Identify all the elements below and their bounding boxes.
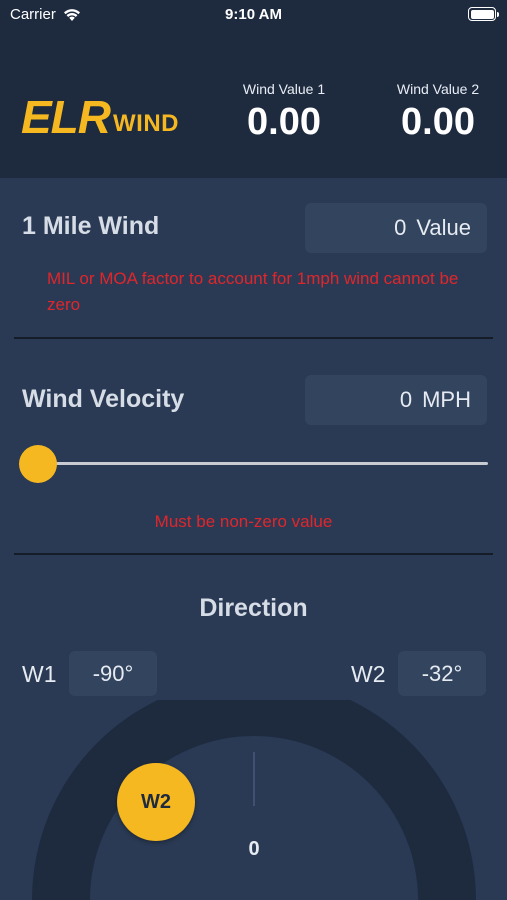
direction-dial[interactable] — [0, 700, 507, 900]
mile-wind-unit: Value — [416, 215, 471, 240]
mile-wind-error: MIL or MOA factor to account for 1mph wi… — [47, 269, 459, 314]
wind-velocity-slider-track[interactable] — [38, 462, 488, 465]
wind-value-2-label: Wind Value 2 — [396, 81, 480, 97]
w1-input[interactable]: -90° — [69, 651, 157, 696]
w2-input[interactable]: -32° — [398, 651, 486, 696]
wind-velocity-slider-thumb[interactable] — [19, 445, 57, 483]
dial-center-value: 0 — [248, 838, 260, 860]
app-logo: ELR WIND — [21, 90, 179, 140]
mile-wind-value: 0 — [394, 215, 407, 240]
w2-label: W2 — [351, 661, 386, 687]
logo-sub-text: WIND — [113, 110, 179, 137]
section-divider — [14, 553, 493, 555]
section-divider — [14, 337, 493, 339]
wind-value-1: Wind Value 1 0.00 — [232, 80, 336, 144]
direction-title: Direction — [199, 594, 308, 622]
w2-dial-knob[interactable]: W2 — [117, 763, 195, 841]
battery-level — [470, 9, 494, 19]
wind-value-2-number: 0.00 — [401, 101, 475, 143]
app-header: Carrier 9:10 AM ELR WIND Wind Value 1 0.… — [0, 0, 507, 178]
wind-value-1-label: Wind Value 1 — [242, 81, 326, 97]
wind-value-1-number: 0.00 — [247, 101, 321, 143]
wind-velocity-input[interactable]: 0 MPH — [305, 375, 487, 425]
w1-label: W1 — [22, 661, 57, 687]
wind-velocity-title: Wind Velocity — [22, 385, 185, 413]
wind-velocity-unit: MPH — [422, 387, 471, 412]
battery-icon — [468, 7, 499, 21]
wind-velocity-value: 0 — [399, 387, 413, 412]
status-time: 9:10 AM — [225, 6, 282, 23]
mile-wind-input[interactable]: 0 Value — [305, 203, 487, 253]
wind-velocity-error: Must be non-zero value — [154, 512, 333, 531]
status-bar: Carrier 9:10 AM — [0, 0, 507, 32]
mile-wind-title: 1 Mile Wind — [22, 212, 160, 240]
wind-value-2: Wind Value 2 0.00 — [386, 80, 490, 144]
logo-main-text: ELR — [21, 91, 111, 143]
